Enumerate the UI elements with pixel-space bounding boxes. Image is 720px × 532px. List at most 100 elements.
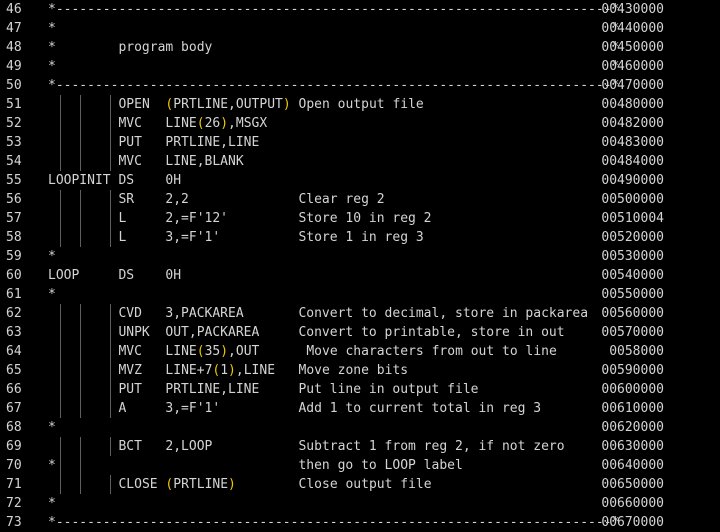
code-text[interactable]: LOOP DS 0H (48, 266, 181, 285)
code-text[interactable]: CVD 3,PACKAREA Convert to decimal, store… (48, 304, 588, 323)
line-number: 53 (6, 135, 22, 150)
code-line[interactable]: 65 MVZ LINE+7(1),LINE Move zone bits 0059… (0, 361, 720, 380)
line-number: 46 (6, 2, 22, 17)
line-number: 50 (6, 78, 22, 93)
code-text[interactable]: LOOPINIT DS 0H (48, 171, 181, 190)
line-number: 63 (6, 325, 22, 340)
sequence-number: 00510004 (601, 211, 664, 226)
sequence-number: 00450000 (601, 40, 664, 55)
sequence-number: 00470000 (601, 78, 664, 93)
sequence-number: 00530000 (601, 249, 664, 264)
line-number: 61 (6, 287, 22, 302)
code-text[interactable]: * program body * (48, 38, 619, 57)
code-line[interactable]: 61 * 00550000 (0, 285, 720, 304)
code-line[interactable]: 48 * program body * 00450000 (0, 38, 720, 57)
sequence-number: 00670000 (601, 515, 664, 530)
code-line[interactable]: 50 *-------------------------------------… (0, 76, 720, 95)
sequence-number: 00660000 (601, 496, 664, 511)
code-text[interactable]: L 3,=F'1' Store 1 in reg 3 (48, 228, 423, 247)
code-text[interactable]: BCT 2,LOOP Subtract 1 from reg 2, if not… (48, 437, 564, 456)
code-text[interactable]: CLOSE (PRTLINE) Close output file (48, 475, 431, 494)
code-text[interactable]: PUT PRTLINE,LINE Put line in output file (48, 380, 478, 399)
code-line[interactable]: 68 * 00620000 (0, 418, 720, 437)
code-line[interactable]: 69 BCT 2,LOOP Subtract 1 from reg 2, if … (0, 437, 720, 456)
sequence-number: 00570000 (601, 325, 664, 340)
sequence-number: 00430000 (601, 2, 664, 17)
sequence-number: 00560000 (601, 306, 664, 321)
code-line[interactable]: 56 SR 2,2 Clear reg 2 00500000 (0, 190, 720, 209)
sequence-number: 00590000 (601, 363, 664, 378)
code-line[interactable]: 63 UNPK OUT,PACKAREA Convert to printabl… (0, 323, 720, 342)
code-line[interactable]: 57 L 2,=F'12' Store 10 in reg 2 00510004 (0, 209, 720, 228)
line-number: 48 (6, 40, 22, 55)
code-text[interactable]: MVC LINE,BLANK (48, 152, 243, 171)
code-line[interactable]: 60 LOOP DS 0H 00540000 (0, 266, 720, 285)
line-number: 73 (6, 515, 22, 530)
code-text[interactable]: MVZ LINE+7(1),LINE Move zone bits (48, 361, 408, 380)
code-line[interactable]: 67 A 3,=F'1' Add 1 to current total in r… (0, 399, 720, 418)
code-text[interactable]: A 3,=F'1' Add 1 to current total in reg … (48, 399, 541, 418)
code-text[interactable]: MVC LINE(26),MSGX (48, 114, 267, 133)
code-line[interactable]: 66 PUT PRTLINE,LINE Put line in output f… (0, 380, 720, 399)
code-line[interactable]: 59 * 00530000 (0, 247, 720, 266)
line-number: 57 (6, 211, 22, 226)
sequence-number: 00520000 (601, 230, 664, 245)
code-line[interactable]: 71 CLOSE (PRTLINE) Close output file 0065… (0, 475, 720, 494)
line-number: 67 (6, 401, 22, 416)
code-text[interactable]: * (48, 247, 56, 266)
code-text[interactable]: * then go to LOOP label (48, 456, 463, 475)
line-number: 56 (6, 192, 22, 207)
sequence-number: 00483000 (601, 135, 664, 150)
code-text[interactable]: L 2,=F'12' Store 10 in reg 2 (48, 209, 431, 228)
line-number: 65 (6, 363, 22, 378)
code-text[interactable]: *---------------------------------------… (48, 0, 619, 19)
code-line[interactable]: 70 * then go to LOOP label 00640000 (0, 456, 720, 475)
code-text[interactable]: * (48, 418, 56, 437)
sequence-number: 00540000 (601, 268, 664, 283)
code-line[interactable]: 52 MVC LINE(26),MSGX 00482000 (0, 114, 720, 133)
code-text[interactable]: OPEN (PRTLINE,OUTPUT) Open output file (48, 95, 423, 114)
code-text[interactable]: MVC LINE(35),OUT Move characters from ou… (48, 342, 556, 361)
line-number: 64 (6, 344, 22, 359)
sequence-number: 00440000 (601, 21, 664, 36)
line-number: 47 (6, 21, 22, 36)
code-line[interactable]: 64 MVC LINE(35),OUT Move characters from… (0, 342, 720, 361)
line-number: 71 (6, 477, 22, 492)
code-line[interactable]: 58 L 3,=F'1' Store 1 in reg 3 00520000 (0, 228, 720, 247)
sequence-number: 00500000 (601, 192, 664, 207)
code-text[interactable]: * (48, 285, 56, 304)
sequence-number: 0058000 (601, 344, 664, 359)
line-number: 49 (6, 59, 22, 74)
sequence-number: 00484000 (601, 154, 664, 169)
sequence-number: 00630000 (601, 439, 664, 454)
code-line[interactable]: 73 *-------------------------------------… (0, 513, 720, 532)
code-line[interactable]: 54 MVC LINE,BLANK 00484000 (0, 152, 720, 171)
sequence-number: 00550000 (601, 287, 664, 302)
line-number: 55 (6, 173, 22, 188)
code-line[interactable]: 51 OPEN (PRTLINE,OUTPUT) Open output fil… (0, 95, 720, 114)
sequence-number: 00600000 (601, 382, 664, 397)
code-line[interactable]: 55 LOOPINIT DS 0H 00490000 (0, 171, 720, 190)
sequence-number: 00610000 (601, 401, 664, 416)
line-number: 72 (6, 496, 22, 511)
code-line[interactable]: 49 * * 00460000 (0, 57, 720, 76)
code-line[interactable]: 47 * * 00440000 (0, 19, 720, 38)
code-line[interactable]: 53 PUT PRTLINE,LINE 00483000 (0, 133, 720, 152)
code-text[interactable]: PUT PRTLINE,LINE (48, 133, 259, 152)
line-number: 66 (6, 382, 22, 397)
code-text[interactable]: * * (48, 57, 619, 76)
code-editor[interactable]: 46 *-------------------------------------… (0, 0, 720, 530)
sequence-number: 00620000 (601, 420, 664, 435)
code-text[interactable]: *---------------------------------------… (48, 513, 619, 532)
code-text[interactable]: SR 2,2 Clear reg 2 (48, 190, 384, 209)
code-line[interactable]: 72 * 00660000 (0, 494, 720, 513)
code-text[interactable]: * (48, 494, 56, 513)
code-line[interactable]: 62 CVD 3,PACKAREA Convert to decimal, st… (0, 304, 720, 323)
code-text[interactable]: UNPK OUT,PACKAREA Convert to printable, … (48, 323, 564, 342)
code-line[interactable]: 46 *-------------------------------------… (0, 0, 720, 19)
line-number: 58 (6, 230, 22, 245)
code-text[interactable]: *---------------------------------------… (48, 76, 619, 95)
code-text[interactable]: * * (48, 19, 619, 38)
line-number: 60 (6, 268, 22, 283)
sequence-number: 00460000 (601, 59, 664, 74)
